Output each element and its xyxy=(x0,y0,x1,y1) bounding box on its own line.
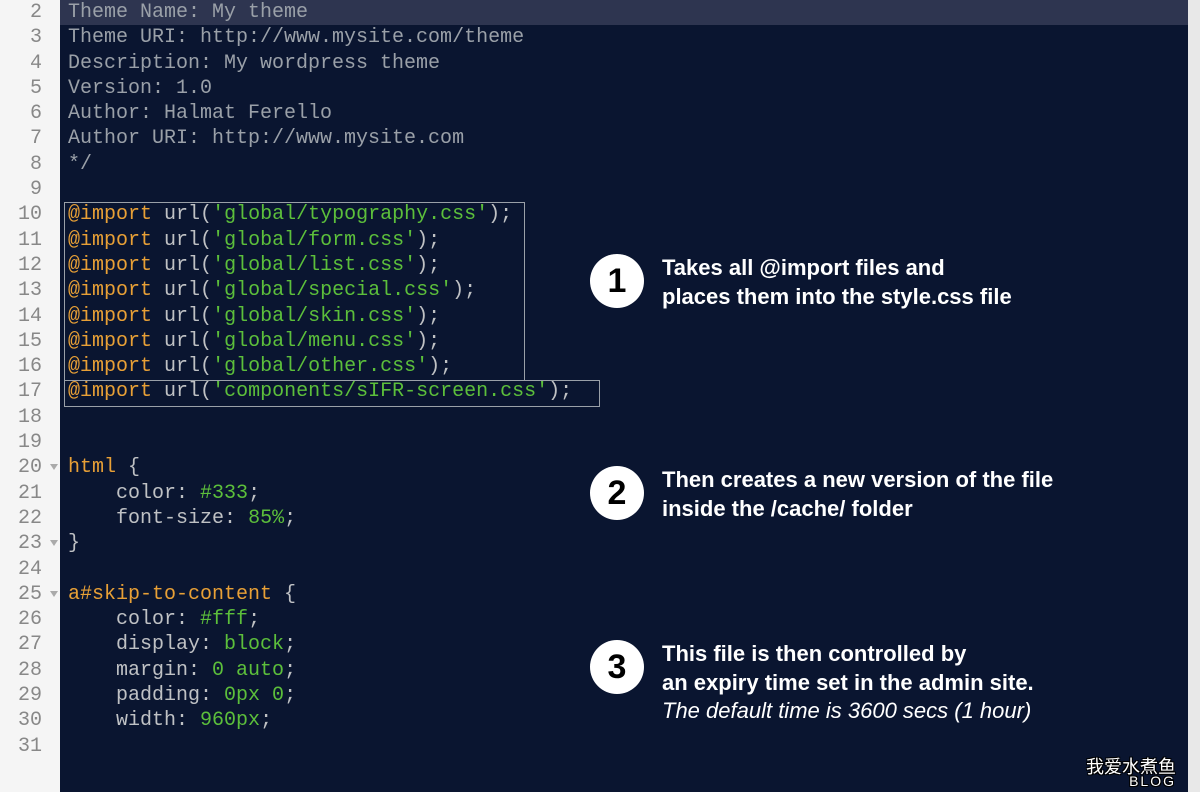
line-number: 15 xyxy=(0,329,60,354)
code-line: Theme Name: My theme xyxy=(60,0,1188,25)
code-editor: 2345678910111213141516171819202122232425… xyxy=(0,0,1200,792)
line-number: 20 xyxy=(0,455,60,480)
watermark: 我爱水煮鱼 BLOG xyxy=(1086,759,1176,788)
import-line: @import url('global/typography.css'); xyxy=(60,202,1188,227)
code-line: Author: Halmat Ferello xyxy=(60,101,1188,126)
line-number: 31 xyxy=(0,734,60,759)
line-number: 30 xyxy=(0,708,60,733)
line-number: 12 xyxy=(0,253,60,278)
code-line xyxy=(60,177,1188,202)
badge-icon: 1 xyxy=(590,254,644,308)
line-number: 14 xyxy=(0,304,60,329)
line-number: 13 xyxy=(0,278,60,303)
annotation-text: Then creates a new version of the file i… xyxy=(662,466,1053,523)
import-line: @import url('components/sIFR-screen.css'… xyxy=(60,379,1188,404)
line-number: 10 xyxy=(0,202,60,227)
code-line xyxy=(60,430,1188,455)
line-number: 3 xyxy=(0,25,60,50)
line-number: 23 xyxy=(0,531,60,556)
annotation-1: 1 Takes all @import files and places the… xyxy=(590,254,1012,311)
line-number: 4 xyxy=(0,51,60,76)
line-number: 9 xyxy=(0,177,60,202)
annotation-text: This file is then controlled by an expir… xyxy=(662,640,1034,726)
line-number-gutter: 2345678910111213141516171819202122232425… xyxy=(0,0,60,792)
line-number: 19 xyxy=(0,430,60,455)
code-line xyxy=(60,557,1188,582)
decl-line: color: #fff; xyxy=(60,607,1188,632)
code-line: */ xyxy=(60,152,1188,177)
import-line: @import url('global/other.css'); xyxy=(60,354,1188,379)
line-number: 26 xyxy=(0,607,60,632)
line-number: 28 xyxy=(0,658,60,683)
line-number: 25 xyxy=(0,582,60,607)
import-line: @import url('global/form.css'); xyxy=(60,228,1188,253)
code-line: Version: 1.0 xyxy=(60,76,1188,101)
line-number: 8 xyxy=(0,152,60,177)
annotation-text: Takes all @import files and places them … xyxy=(662,254,1012,311)
line-number: 17 xyxy=(0,379,60,404)
line-number: 2 xyxy=(0,0,60,25)
code-line: Description: My wordpress theme xyxy=(60,51,1188,76)
code-line xyxy=(60,734,1188,759)
code-area[interactable]: Theme Name: My theme Theme URI: http://w… xyxy=(60,0,1188,792)
line-number: 16 xyxy=(0,354,60,379)
line-number: 22 xyxy=(0,506,60,531)
line-number: 5 xyxy=(0,76,60,101)
import-line: @import url('global/menu.css'); xyxy=(60,329,1188,354)
brace-line: } xyxy=(60,531,1188,556)
code-line: Theme URI: http://www.mysite.com/theme xyxy=(60,25,1188,50)
line-number: 27 xyxy=(0,632,60,657)
line-number: 11 xyxy=(0,228,60,253)
line-number: 18 xyxy=(0,405,60,430)
line-number: 29 xyxy=(0,683,60,708)
selector-line: a#skip-to-content { xyxy=(60,582,1188,607)
line-number: 6 xyxy=(0,101,60,126)
line-number: 21 xyxy=(0,481,60,506)
annotation-3: 3 This file is then controlled by an exp… xyxy=(590,640,1034,726)
code-line: Author URI: http://www.mysite.com xyxy=(60,126,1188,151)
badge-icon: 2 xyxy=(590,466,644,520)
line-number: 7 xyxy=(0,126,60,151)
badge-icon: 3 xyxy=(590,640,644,694)
annotation-2: 2 Then creates a new version of the file… xyxy=(590,466,1053,523)
line-number: 24 xyxy=(0,557,60,582)
code-line xyxy=(60,405,1188,430)
